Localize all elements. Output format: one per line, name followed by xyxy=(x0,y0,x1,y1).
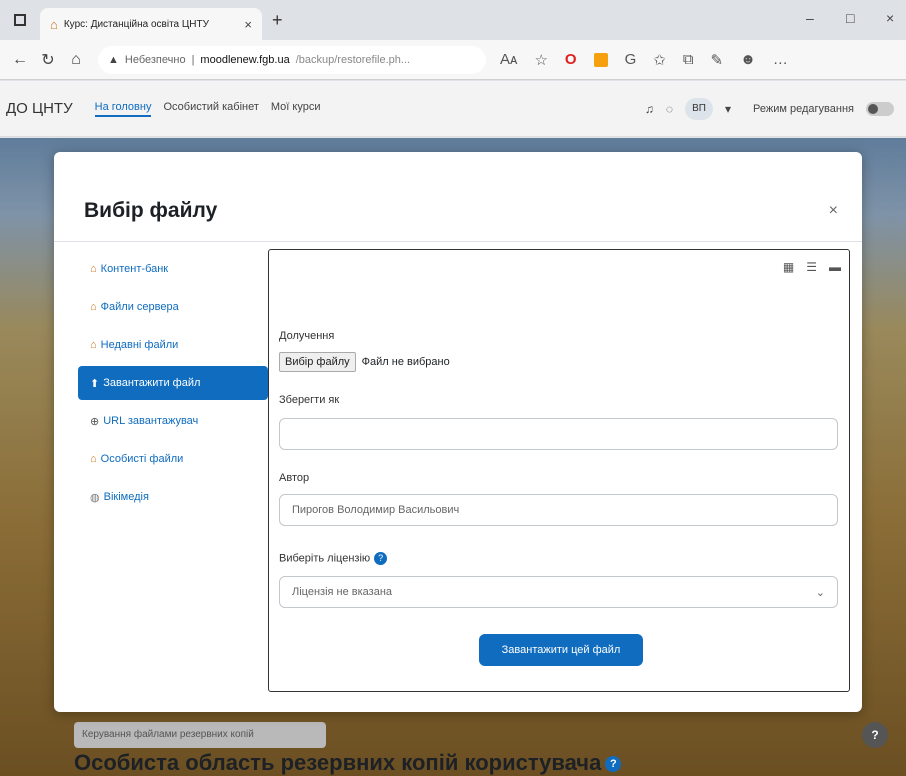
close-dialog-icon[interactable]: × xyxy=(829,202,838,220)
chevron-down-icon[interactable]: ▾ xyxy=(725,102,731,116)
nav-dashboard[interactable]: Особистий кабінет xyxy=(163,101,258,117)
license-help-icon[interactable]: ? xyxy=(374,552,388,565)
back-icon[interactable]: ← xyxy=(6,51,34,69)
license-selected-value: Ліцензія не вказана xyxy=(292,586,393,598)
nav-my-courses[interactable]: Мої курси xyxy=(271,101,321,117)
profile-icon[interactable]: ☻ xyxy=(740,51,756,68)
add-favorite-icon[interactable]: ☆ xyxy=(534,51,547,69)
manage-backup-files-button[interactable]: Керування файлами резервних копій xyxy=(74,722,326,748)
new-tab-button[interactable]: + xyxy=(272,10,283,31)
user-avatar[interactable]: ВП xyxy=(685,97,713,120)
page-heading: Особиста область резервних копій користу… xyxy=(74,750,622,776)
edit-mode-toggle[interactable] xyxy=(866,101,894,116)
sidebar-item-content-bank[interactable]: ⌂ Контент-банк xyxy=(78,252,268,286)
close-tab-icon[interactable]: × xyxy=(244,17,252,32)
more-menu-icon[interactable]: … xyxy=(773,51,788,68)
folder-view-icon[interactable]: ▬ xyxy=(829,260,841,274)
repository-icon: ⌂ xyxy=(90,453,97,465)
browser-tab[interactable]: ⌂ Курс: Дистанційна освіта ЦНТУ × xyxy=(40,8,262,40)
primary-navigation: На головну Особистий кабінет Мої курси xyxy=(94,101,321,117)
sidebar-item-server-files[interactable]: ⌂ Файли сервера xyxy=(78,290,268,324)
save-as-input[interactable] xyxy=(279,418,838,450)
window-menu-icon[interactable] xyxy=(14,14,26,26)
refresh-extension-icon[interactable]: G xyxy=(625,51,637,68)
file-input-row: Вибір файлу Файл не вибрано xyxy=(279,352,450,372)
nav-home[interactable]: На головну xyxy=(94,101,152,117)
grid-view-icon[interactable]: ▦ xyxy=(783,260,794,274)
opera-extension-icon[interactable]: O xyxy=(565,51,577,68)
home-icon[interactable]: ⌂ xyxy=(62,51,90,69)
navbar-user-area: ♫ ◌ ВП ▾ Режим редагування xyxy=(645,97,894,120)
sidebar-item-url-downloader[interactable]: ⊕ URL завантажувач xyxy=(78,404,268,438)
sidebar-item-upload-file[interactable]: ⬆ Завантажити файл xyxy=(78,366,268,400)
author-input[interactable]: Пирогов Володимир Васильович xyxy=(279,494,838,526)
reader-mode-icon[interactable]: Aᴀ xyxy=(500,51,517,68)
list-view-icon[interactable]: ☰ xyxy=(806,260,817,274)
dialog-title: Вибір файлу xyxy=(84,199,218,222)
license-select[interactable]: Ліцензія не вказана ⌄ xyxy=(279,576,838,608)
edit-mode-label: Режим редагування xyxy=(753,102,854,115)
browser-tab-bar: ⌂ Курс: Дистанційна освіта ЦНТУ × + – □ … xyxy=(0,0,906,40)
wikimedia-icon: ◍ xyxy=(90,491,100,504)
reload-icon[interactable]: ↻ xyxy=(34,50,62,70)
help-fab-button[interactable]: ? xyxy=(862,722,888,748)
messages-icon[interactable]: ◌ xyxy=(666,102,673,116)
repository-icon: ⌂ xyxy=(90,339,97,351)
page-heading-text: Особиста область резервних копій користу… xyxy=(74,750,602,775)
collections-icon[interactable]: ⧉ xyxy=(683,51,694,68)
view-switcher: ▦ ☰ ▬ xyxy=(783,260,841,274)
chevron-down-icon: ⌄ xyxy=(815,586,825,599)
dialog-header: Вибір файлу × xyxy=(54,152,862,242)
window-close-icon[interactable]: × xyxy=(886,10,894,26)
file-picker-dialog: Вибір файлу × ⌂ Контент-банк ⌂ Файли серве… xyxy=(54,152,862,712)
moodle-favicon-icon: ⌂ xyxy=(50,16,58,32)
extensions-puzzle-icon[interactable]: ✎ xyxy=(711,51,724,69)
address-bar[interactable]: ▲ Небезпечно | moodlenew.fgb.ua/backup/r… xyxy=(98,45,486,74)
help-icon[interactable]: ? xyxy=(605,756,622,773)
repository-icon: ⌂ xyxy=(90,301,97,313)
license-label-row: Виберіть ліцензію? xyxy=(279,552,388,565)
notifications-bell-icon[interactable]: ♫ xyxy=(645,102,654,116)
choose-file-button[interactable]: Вибір файлу xyxy=(279,352,356,372)
repository-icon: ⌂ xyxy=(90,263,97,275)
url-icon: ⊕ xyxy=(90,415,100,428)
no-file-text: Файл не вибрано xyxy=(361,356,450,368)
minimize-icon[interactable]: – xyxy=(806,10,814,26)
not-secure-label: Небезпечно xyxy=(124,53,186,66)
maximize-icon[interactable]: □ xyxy=(846,10,854,26)
author-label: Автор xyxy=(279,472,310,484)
sidebar-item-recent-files[interactable]: ⌂ Недавні файли xyxy=(78,328,268,362)
address-toolbar: ← ↻ ⌂ ▲ Небезпечно | moodlenew.fgb.ua/ba… xyxy=(0,40,906,80)
tab-title: Курс: Дистанційна освіта ЦНТУ xyxy=(63,18,209,30)
site-navbar: ДО ЦНТУ На головну Особистий кабінет Мої… xyxy=(0,81,906,137)
favorites-icon[interactable]: ✩ xyxy=(653,51,666,69)
attachment-label: Долучення xyxy=(279,330,335,342)
upload-panel: ▦ ☰ ▬ Долучення Вибір файлу Файл не вибр… xyxy=(268,249,850,692)
upload-icon: ⬆ xyxy=(90,377,100,390)
site-brand[interactable]: ДО ЦНТУ xyxy=(6,100,73,117)
sidebar-item-private-files[interactable]: ⌂ Особисті файли xyxy=(78,442,268,476)
license-label: Виберіть ліцензію xyxy=(279,552,371,565)
upload-this-file-button[interactable]: Завантажити цей файл xyxy=(479,634,643,666)
url-host: moodlenew.fgb.ua xyxy=(200,53,290,66)
warning-icon[interactable]: ▲ xyxy=(108,54,119,66)
repository-sidebar: ⌂ Контент-банк ⌂ Файли сервера ⌂ Недавні фа… xyxy=(78,252,268,518)
save-as-label: Зберегти як xyxy=(279,394,340,406)
sidebar-item-wikimedia[interactable]: ◍ Вікімедія xyxy=(78,480,268,514)
url-path: /backup/restorefile.ph... xyxy=(295,53,411,66)
toolbar-icons: Aᴀ ☆ O G ✩ ⧉ ✎ ☻ … xyxy=(500,51,788,69)
extension-icon[interactable] xyxy=(593,52,608,67)
